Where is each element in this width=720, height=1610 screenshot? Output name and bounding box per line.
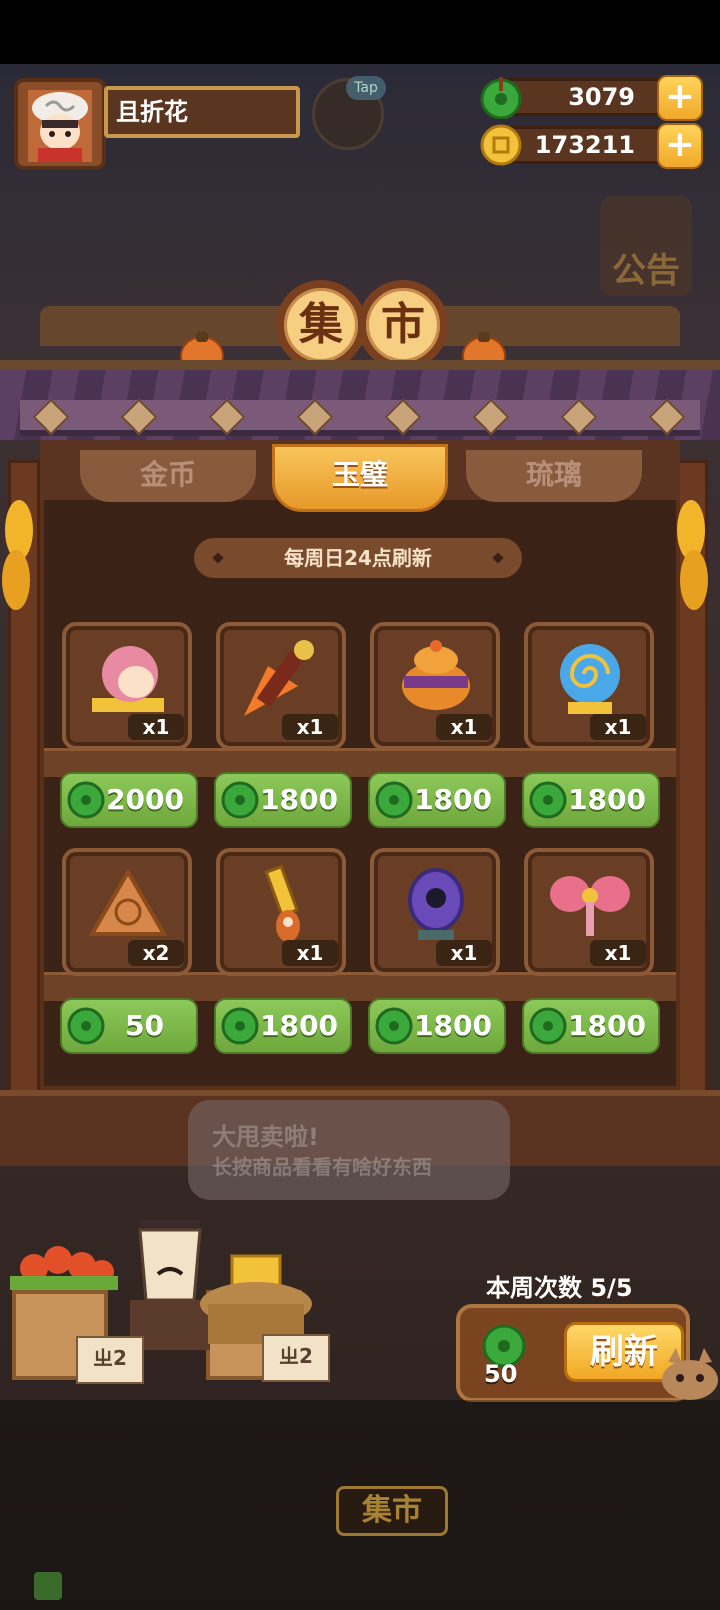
add-jade-button[interactable]: + bbox=[657, 75, 703, 121]
item-quantity: x1 bbox=[282, 714, 338, 740]
price-amount: 1800 bbox=[568, 1009, 646, 1042]
shop-item-slot[interactable]: x1 bbox=[524, 848, 654, 976]
jade-coin-icon bbox=[375, 781, 413, 819]
announcement-button[interactable]: 公告 bbox=[600, 196, 692, 296]
jade-coin-icon bbox=[67, 1007, 105, 1045]
shop-item-slot[interactable]: x1 bbox=[524, 622, 654, 750]
rice-dumpling-icon bbox=[88, 868, 168, 936]
jade-amount: 3079 bbox=[568, 83, 635, 111]
refresh-panel: 50 刷新 bbox=[456, 1304, 690, 1402]
price-amount: 1800 bbox=[414, 783, 492, 816]
price-button[interactable]: 1800 bbox=[368, 772, 506, 828]
gold-amount: 173211 bbox=[534, 131, 635, 159]
corn-decoration-icon bbox=[2, 500, 33, 610]
price-amount: 2000 bbox=[106, 783, 184, 816]
price-button[interactable]: 2000 bbox=[60, 772, 198, 828]
weekly-refresh-note: 每周日24点刷新 bbox=[194, 538, 522, 578]
tab-gold-coin[interactable]: 金币 bbox=[80, 450, 256, 502]
purple-lantern-icon bbox=[408, 868, 464, 940]
shop-item-slot[interactable]: x2 bbox=[62, 848, 192, 976]
pink-bow-icon bbox=[550, 876, 630, 936]
weekly-refresh-count: 本周次数 5/5 bbox=[486, 1274, 633, 1302]
price-amount: 1800 bbox=[260, 783, 338, 816]
tomato-basket-icon bbox=[10, 1246, 118, 1290]
jade-coin-icon bbox=[529, 781, 567, 819]
merchant-speech-bubble: 大甩卖啦! 长按商品看看有啥好东西 bbox=[188, 1100, 510, 1200]
price-button[interactable]: 1800 bbox=[214, 998, 352, 1054]
price-amount: 1800 bbox=[260, 1009, 338, 1042]
corner-marker bbox=[34, 1572, 62, 1600]
shop-item-slot[interactable]: x1 bbox=[216, 848, 346, 976]
jade-coin-icon bbox=[221, 1007, 259, 1045]
gold-basket-icon bbox=[200, 1254, 312, 1344]
jade-coin-icon bbox=[529, 1007, 567, 1045]
speech-line-2: 长按商品看看有啥好东西 bbox=[212, 1155, 432, 1179]
market-sign-char-2: 市 bbox=[358, 280, 448, 370]
add-gold-button[interactable]: + bbox=[657, 123, 703, 169]
item-quantity: x1 bbox=[436, 714, 492, 740]
incense-burner-icon bbox=[402, 640, 470, 710]
item-quantity: x1 bbox=[590, 940, 646, 966]
golden-key-icon bbox=[264, 864, 300, 942]
item-quantity: x1 bbox=[128, 714, 184, 740]
price-amount: 50 bbox=[125, 1009, 164, 1042]
speech-line-1: 大甩卖啦! bbox=[212, 1123, 319, 1151]
item-quantity: x1 bbox=[282, 940, 338, 966]
player-name: 且折花 bbox=[104, 86, 300, 138]
gold-currency-bar: 173211 + bbox=[480, 123, 703, 169]
blue-conch-icon bbox=[560, 644, 620, 714]
shop-item-slot[interactable]: x1 bbox=[216, 622, 346, 750]
shelf bbox=[44, 972, 676, 1001]
price-button[interactable]: 1800 bbox=[214, 772, 352, 828]
price-button[interactable]: 1800 bbox=[368, 998, 506, 1054]
price-amount: 1800 bbox=[414, 1009, 492, 1042]
jade-currency-bar: 3079 + bbox=[480, 75, 703, 121]
price-amount: 1800 bbox=[568, 783, 646, 816]
item-quantity: x1 bbox=[436, 940, 492, 966]
gold-coin-icon bbox=[480, 124, 522, 166]
price-tag-card: ㄓ2 bbox=[76, 1336, 144, 1384]
market-sign-char-1: 集 bbox=[276, 280, 366, 370]
corn-decoration-icon bbox=[677, 500, 708, 610]
shop-item-slot[interactable]: x1 bbox=[62, 622, 192, 750]
jade-coin-icon bbox=[67, 781, 105, 819]
price-button[interactable]: 1800 bbox=[522, 998, 660, 1054]
market-ground-sign: 集市 bbox=[336, 1486, 448, 1536]
price-button[interactable]: 50 bbox=[60, 998, 198, 1054]
tab-glaze[interactable]: 琉璃 bbox=[466, 450, 642, 502]
item-quantity: x1 bbox=[590, 714, 646, 740]
jade-coin-icon bbox=[375, 1007, 413, 1045]
jade-coin-icon bbox=[221, 781, 259, 819]
brush-icon bbox=[244, 640, 314, 716]
status-bar bbox=[0, 0, 720, 64]
price-tag-card: ㄓ2 bbox=[262, 1334, 330, 1382]
tab-jade[interactable]: 玉璧 bbox=[272, 444, 448, 512]
tap-label: Tap bbox=[346, 76, 386, 100]
refresh-cost: 50 bbox=[484, 1360, 518, 1388]
avatar-portrait-icon bbox=[28, 90, 92, 162]
price-button[interactable]: 1800 bbox=[522, 772, 660, 828]
player-avatar[interactable] bbox=[14, 78, 106, 170]
pet-mascot-icon bbox=[662, 1348, 718, 1400]
shop-item-slot[interactable]: x1 bbox=[370, 622, 500, 750]
character-fragment-icon bbox=[92, 646, 164, 712]
jade-coin-icon bbox=[480, 77, 522, 119]
shop-item-slot[interactable]: x1 bbox=[370, 848, 500, 976]
item-quantity: x2 bbox=[128, 940, 184, 966]
